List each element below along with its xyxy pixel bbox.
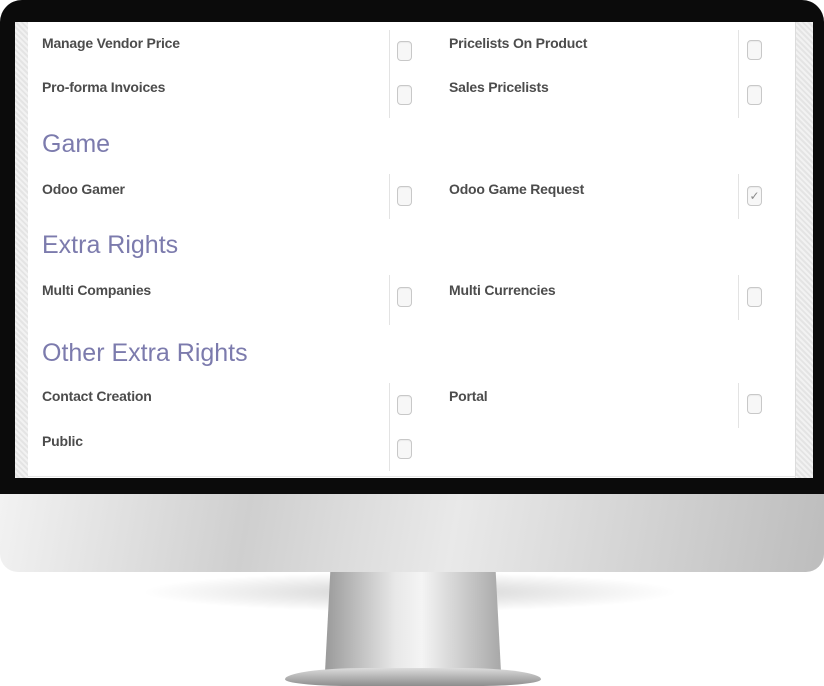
field-label-contact-creation: Contact Creation [42, 388, 152, 404]
field-label-pricelists-on-product: Pricelists On Product [449, 35, 588, 51]
column-divider [389, 30, 390, 118]
column-divider [738, 383, 739, 428]
checkmark-icon: ✓ [749, 189, 760, 203]
checkbox-sales-pricelists[interactable] [747, 85, 762, 105]
checkbox-multi-companies[interactable] [397, 287, 412, 307]
column-divider [389, 275, 390, 325]
field-label-pro-forma-invoices: Pro-forma Invoices [42, 79, 166, 95]
checkbox-pro-forma-invoices[interactable] [397, 85, 412, 105]
form-bottom-border [28, 476, 796, 477]
field-label-sales-pricelists: Sales Pricelists [449, 79, 549, 95]
column-divider [738, 174, 739, 219]
scrollbar-track[interactable] [795, 22, 813, 478]
checkbox-odoo-gamer[interactable] [397, 186, 412, 206]
field-label-multi-currencies: Multi Currencies [449, 282, 556, 298]
monitor-stand [325, 572, 501, 672]
checkbox-contact-creation[interactable] [397, 395, 412, 415]
screen: Manage Vendor Price Pricelists On Produc… [15, 22, 813, 478]
column-divider [389, 174, 390, 219]
column-divider [738, 275, 739, 320]
field-label-manage-vendor-price: Manage Vendor Price [42, 35, 180, 51]
field-label-public: Public [42, 433, 83, 449]
field-label-multi-companies: Multi Companies [42, 282, 152, 298]
checkbox-multi-currencies[interactable] [747, 287, 762, 307]
checkbox-pricelists-on-product[interactable] [747, 40, 762, 60]
section-title-other-extra-rights: Other Extra Rights [42, 339, 248, 367]
monitor-chin [0, 494, 824, 572]
monitor-bezel: Manage Vendor Price Pricelists On Produc… [0, 0, 824, 494]
section-title-game: Game [42, 130, 111, 158]
section-title-extra-rights: Extra Rights [42, 231, 179, 259]
left-edge [15, 22, 28, 478]
monitor-stand-base [285, 668, 541, 686]
column-divider [738, 30, 739, 118]
checkbox-public[interactable] [397, 439, 412, 459]
field-label-odoo-gamer: Odoo Gamer [42, 181, 125, 197]
field-label-portal: Portal [449, 388, 488, 404]
checkbox-odoo-game-request[interactable]: ✓ [747, 186, 762, 206]
checkbox-portal[interactable] [747, 394, 762, 414]
column-divider [389, 383, 390, 471]
field-label-odoo-game-request: Odoo Game Request [449, 181, 585, 197]
checkbox-manage-vendor-price[interactable] [397, 41, 412, 61]
